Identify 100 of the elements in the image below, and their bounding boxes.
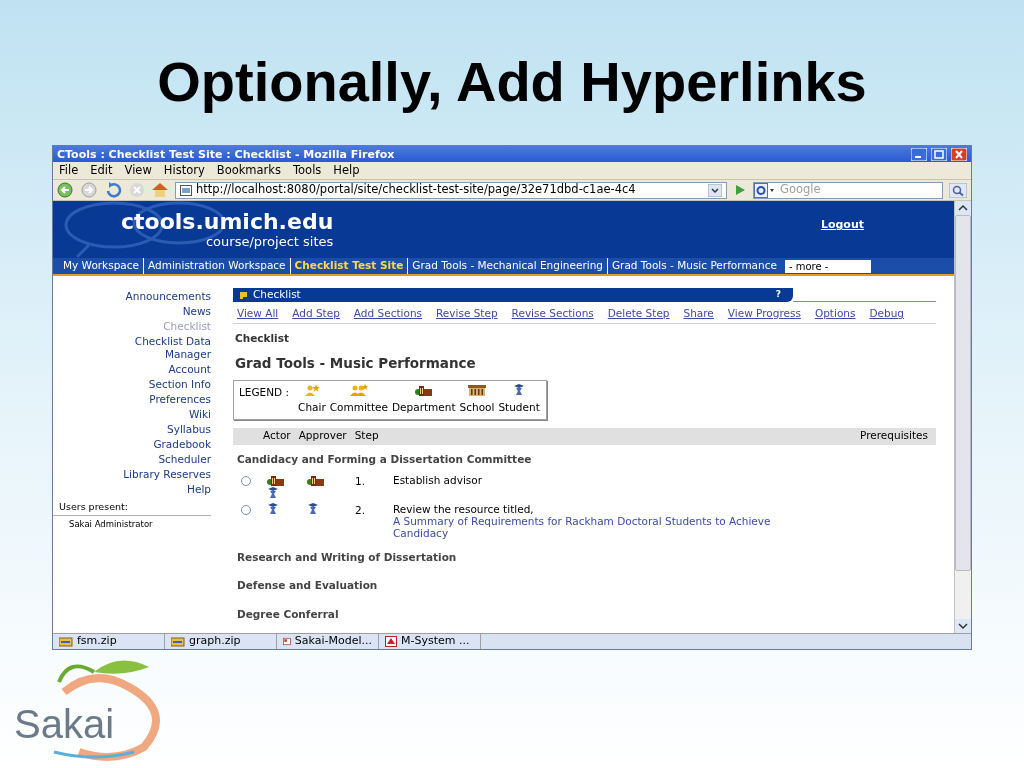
legend-item-label: Committee bbox=[329, 400, 389, 415]
user-name: Sakai Administrator bbox=[68, 518, 154, 531]
action-link[interactable]: Revise Sections bbox=[511, 307, 594, 320]
section-title: Candidacy and Forming a Dissertation Committee bbox=[237, 451, 533, 467]
radio-button[interactable] bbox=[241, 475, 251, 486]
folder-icon bbox=[59, 636, 73, 647]
graduate-icon bbox=[267, 502, 279, 515]
tool-menu-item[interactable]: News bbox=[53, 305, 233, 318]
action-link[interactable]: Revise Step bbox=[436, 307, 498, 320]
building-icon bbox=[414, 384, 433, 396]
tool-menu-item[interactable]: Checklist Data Manager bbox=[53, 335, 233, 361]
search-input[interactable]: Google bbox=[780, 181, 938, 199]
person-star-icon bbox=[303, 384, 320, 396]
action-link[interactable]: Options bbox=[814, 307, 856, 320]
columned-building-icon bbox=[468, 384, 486, 396]
site-tab[interactable]: My Workspace bbox=[59, 258, 143, 274]
more-dropdown[interactable]: - more - bbox=[784, 259, 871, 273]
tool-menu-item[interactable]: Syllabus bbox=[53, 423, 233, 436]
go-arrow-icon[interactable] bbox=[733, 183, 747, 197]
vertical-scrollbar[interactable] bbox=[954, 201, 971, 633]
address-field[interactable]: http://localhost:8080/portal/site/checklist-test-site/page/32e71dbd-c1ae-4c4 bbox=[175, 181, 727, 199]
slides-icon bbox=[283, 636, 291, 647]
step-text: Review the resource titled, A Summary of Requirements for Rackham Doctoral Students to Achieve Candidacy bbox=[393, 502, 813, 539]
checklist-title: Grad Tools - Music Performance bbox=[235, 353, 477, 373]
column-header: Approver bbox=[298, 428, 347, 444]
logout-link[interactable]: Logout bbox=[820, 217, 864, 234]
reload-icon[interactable] bbox=[105, 182, 123, 198]
maximize-icon[interactable] bbox=[931, 147, 947, 161]
taskbar-item[interactable]: M-System ... bbox=[379, 634, 481, 649]
slide-title: Optionally, Add Hyperlinks bbox=[157, 52, 867, 112]
site-tab[interactable]: Administration Workspace bbox=[143, 258, 290, 274]
tool-menu-item[interactable]: Wiki bbox=[53, 408, 233, 421]
graduate-icon bbox=[267, 486, 279, 499]
tool-menu-item[interactable]: Library Reserves bbox=[53, 468, 233, 481]
legend-item-label: Chair bbox=[298, 400, 326, 415]
users-present-label: Users present: bbox=[53, 500, 211, 517]
menu-item[interactable]: Bookmarks bbox=[216, 161, 281, 180]
tool-menu-item[interactable]: Section Info bbox=[53, 378, 233, 391]
people-icon bbox=[349, 384, 368, 396]
menu-item[interactable]: Help bbox=[333, 161, 360, 180]
menu-item[interactable]: Tools bbox=[293, 161, 322, 180]
column-header: Step bbox=[354, 428, 379, 444]
legend-label: LEGEND : bbox=[239, 385, 290, 400]
legend-item-label: School bbox=[459, 400, 495, 415]
tool-menu-item[interactable]: Account bbox=[53, 363, 233, 376]
action-link[interactable]: Add Sections bbox=[353, 307, 422, 320]
column-header: Prerequisites bbox=[860, 428, 928, 444]
scroll-thumb[interactable] bbox=[955, 215, 971, 571]
tool-menu-item[interactable]: Scheduler bbox=[53, 453, 233, 466]
search-field[interactable]: Google bbox=[753, 181, 943, 199]
taskbar-item[interactable]: Sakai-Model... bbox=[277, 634, 379, 649]
address-text: http://localhost:8080/portal/site/checklist-test-site/page/32e71dbd-c1ae-4c4 bbox=[196, 181, 636, 199]
section-title: Research and Writing of Dissertation bbox=[237, 549, 458, 565]
taskbar-item[interactable]: fsm.zip bbox=[53, 634, 165, 649]
section-title: Defense and Evaluation bbox=[237, 578, 379, 594]
menu-item[interactable]: Edit bbox=[90, 161, 113, 180]
site-tab[interactable]: Checklist Test Site bbox=[289, 258, 408, 274]
page-icon bbox=[180, 184, 192, 196]
close-icon[interactable] bbox=[951, 147, 967, 161]
menu-item[interactable]: History bbox=[163, 161, 205, 180]
taskbar-item[interactable]: graph.zip bbox=[165, 634, 277, 649]
section-title: Degree Conferral bbox=[237, 607, 340, 622]
help-button[interactable]: ? bbox=[775, 288, 781, 302]
search-icon[interactable] bbox=[949, 182, 967, 198]
tool-menu-item[interactable]: Gradebook bbox=[53, 438, 233, 451]
step-text: Establish advisor bbox=[393, 473, 484, 486]
window-title: CTools : Checklist Test Site : Checklist - Mozilla Firefox bbox=[57, 148, 395, 160]
minimize-icon[interactable] bbox=[911, 147, 927, 161]
action-link[interactable]: Share bbox=[683, 307, 714, 320]
action-link[interactable]: Add Step bbox=[292, 307, 340, 320]
tool-menu-item[interactable]: Announcements bbox=[53, 290, 233, 303]
tool-menu-item[interactable]: Help bbox=[53, 483, 233, 496]
radio-button[interactable] bbox=[241, 504, 251, 515]
step-number: 1. bbox=[355, 473, 367, 489]
tool-icon bbox=[239, 290, 249, 300]
action-link[interactable]: Delete Step bbox=[607, 307, 670, 320]
dropdown-arrow-icon[interactable] bbox=[708, 183, 722, 197]
action-link[interactable]: Debug bbox=[869, 307, 904, 320]
legend-item-label: Student bbox=[498, 400, 540, 415]
menu-item[interactable]: View bbox=[124, 161, 152, 180]
action-link[interactable]: View All bbox=[237, 307, 279, 320]
search-engine-icon[interactable] bbox=[754, 182, 776, 198]
step-number: 2. bbox=[355, 502, 367, 518]
scroll-down-icon[interactable] bbox=[955, 619, 971, 633]
site-tab[interactable]: Grad Tools - Music Performance bbox=[606, 258, 781, 274]
menu-item[interactable]: File bbox=[59, 161, 79, 180]
building-icon bbox=[307, 473, 325, 486]
tool-title: Checklist bbox=[253, 287, 301, 303]
tool-menu-item[interactable]: Preferences bbox=[53, 393, 233, 406]
site-tab[interactable]: Grad Tools - Mechanical Engineering bbox=[407, 258, 607, 274]
building-icon bbox=[267, 473, 285, 486]
page-heading: Checklist bbox=[235, 331, 290, 346]
scroll-up-icon[interactable] bbox=[955, 201, 971, 215]
graduate-icon bbox=[307, 502, 319, 515]
action-link[interactable]: View Progress bbox=[727, 307, 801, 320]
home-icon[interactable] bbox=[151, 182, 169, 198]
resource-link[interactable]: A Summary of Requirements for Rackham Doctoral Students to Achieve Candidacy bbox=[393, 514, 813, 539]
document-icon bbox=[385, 636, 397, 647]
folder-icon bbox=[171, 636, 185, 647]
site-subtitle: course/project sites bbox=[205, 233, 334, 250]
